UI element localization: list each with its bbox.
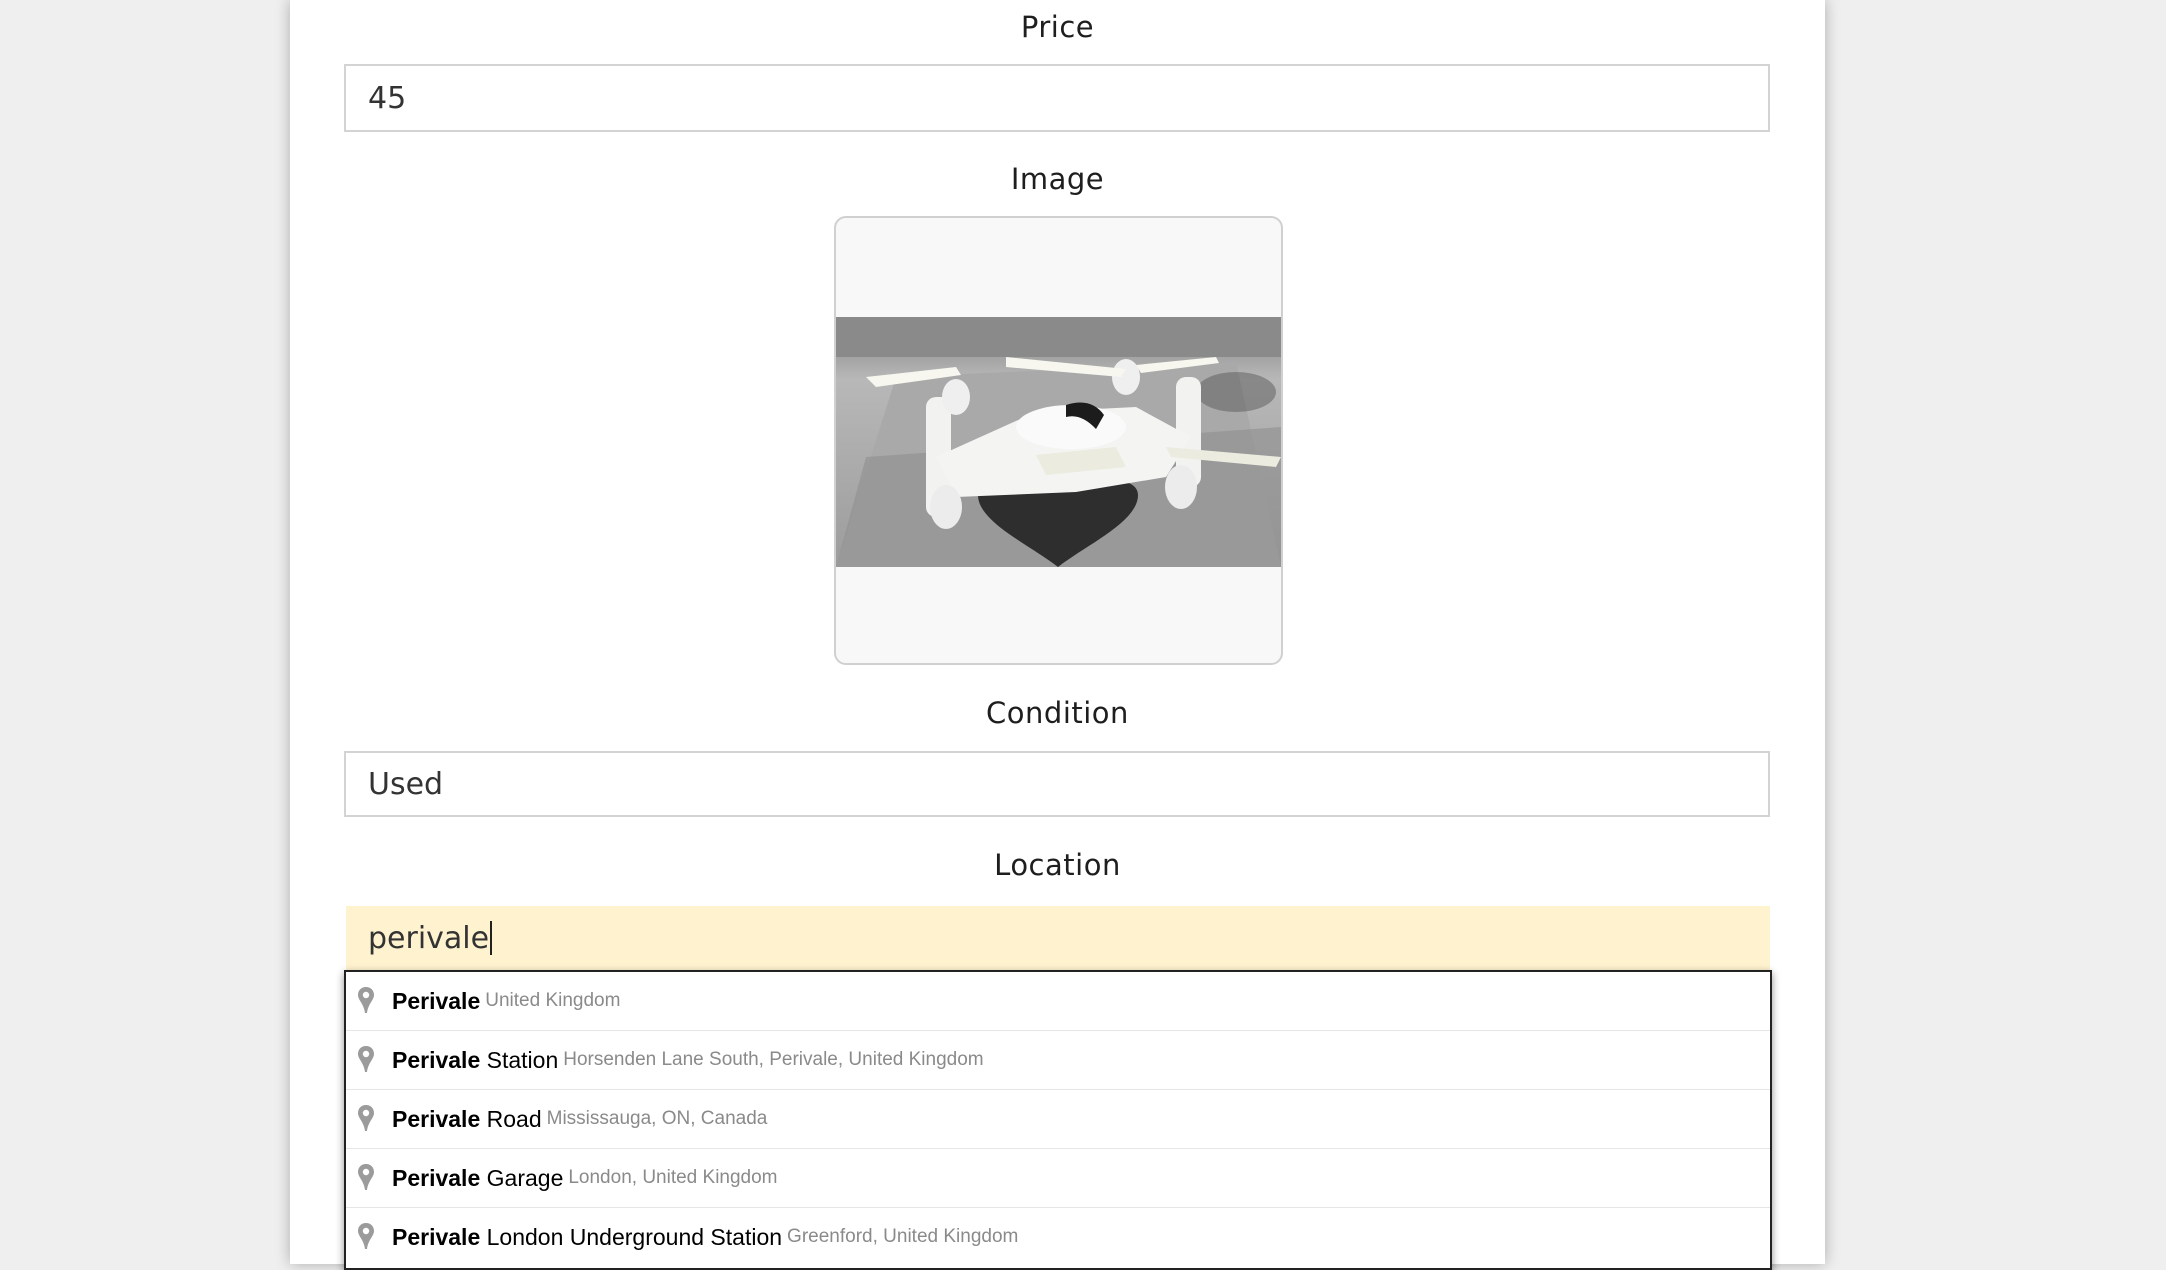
location-autocomplete-dropdown: Perivale United Kingdom Perivale Station… [344,970,1772,1270]
autocomplete-item[interactable]: Perivale Garage London, United Kingdom [346,1148,1770,1207]
map-pin-icon [358,1046,374,1072]
autocomplete-secondary: United Kingdom [485,990,621,1011]
autocomplete-item[interactable]: Perivale Road Mississauga, ON, Canada [346,1089,1770,1148]
price-value: 45 [368,80,407,116]
map-pin-icon [358,1164,374,1190]
price-input[interactable]: 45 [344,64,1770,132]
autocomplete-match: Perivale [392,1105,481,1132]
image-label: Image [1010,162,1105,196]
autocomplete-rest: Station [480,1046,559,1073]
autocomplete-item[interactable]: Perivale Station Horsenden Lane South, P… [346,1030,1770,1089]
condition-label: Condition [986,696,1129,730]
autocomplete-match: Perivale [392,1046,481,1073]
location-label: Location [994,848,1121,882]
autocomplete-match: Perivale [392,987,481,1014]
autocomplete-secondary: Mississauga, ON, Canada [546,1108,768,1129]
map-pin-icon [358,1223,374,1249]
autocomplete-match: Perivale [392,1164,481,1191]
condition-value: Used [368,766,444,802]
autocomplete-rest: London Underground Station [480,1223,783,1250]
text-caret [490,921,493,955]
autocomplete-rest: Road [480,1105,542,1132]
autocomplete-secondary: Horsenden Lane South, Perivale, United K… [563,1049,984,1070]
drone-photo [836,317,1281,567]
condition-input[interactable]: Used [344,751,1770,817]
autocomplete-secondary: London, United Kingdom [568,1167,778,1188]
autocomplete-secondary: Greenford, United Kingdom [787,1226,1019,1247]
map-pin-icon [358,987,374,1013]
autocomplete-item[interactable]: Perivale United Kingdom [346,972,1770,1030]
map-pin-icon [358,1105,374,1131]
autocomplete-item[interactable]: Perivale London Underground Station Gree… [346,1207,1770,1266]
autocomplete-match: Perivale [392,1223,481,1250]
image-upload-area[interactable] [834,216,1283,665]
location-value: perivale [368,920,490,956]
listing-form-card: Price 45 Image Condition Used Location p… [290,0,1825,1270]
price-label: Price [1020,10,1095,44]
location-input[interactable]: perivale [346,906,1770,970]
autocomplete-rest: Garage [480,1164,564,1191]
